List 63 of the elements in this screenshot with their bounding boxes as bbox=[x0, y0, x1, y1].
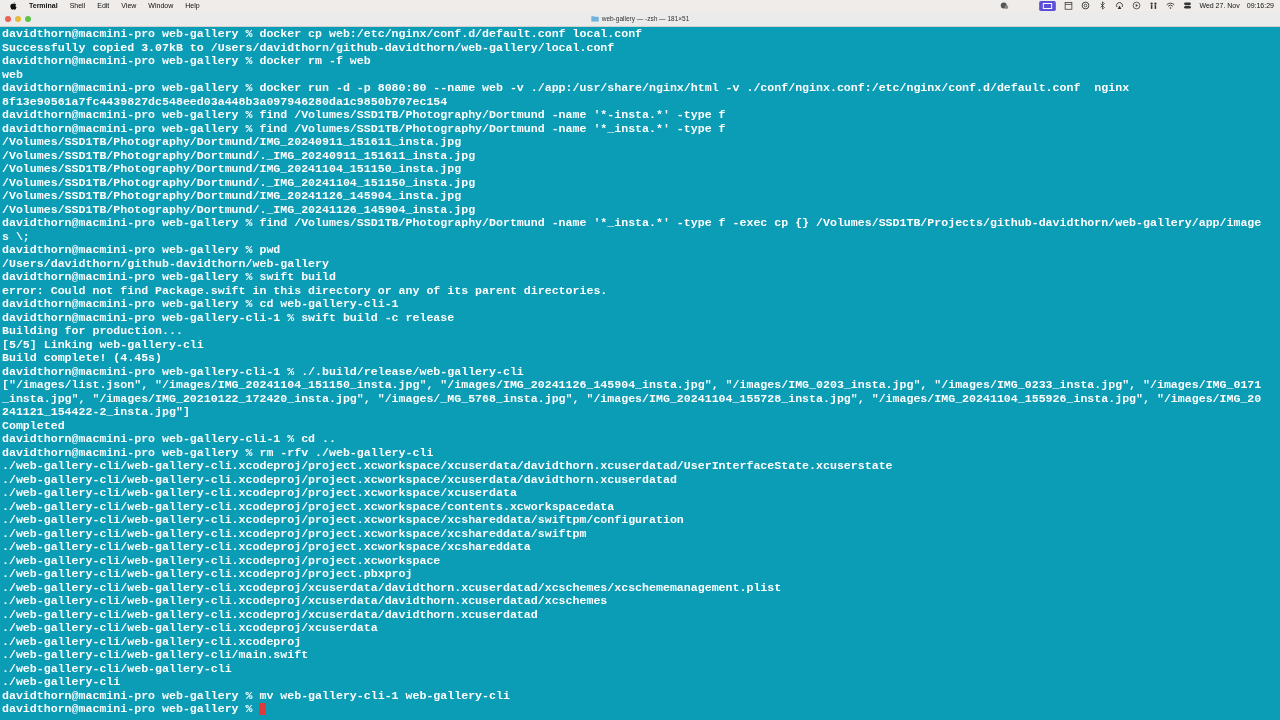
terminal-line: davidthorn@macmini-pro web-gallery-cli-1 % swift build -c release bbox=[2, 310, 455, 324]
terminal-line: /Users/davidthorn/github-davidthorn/web-gallery bbox=[2, 256, 329, 270]
wifi-icon[interactable] bbox=[1166, 1, 1176, 10]
terminal-prompt: davidthorn@macmini-pro web-gallery % bbox=[2, 702, 254, 716]
play-icon[interactable] bbox=[1132, 1, 1142, 10]
terminal-line: ./web-gallery-cli/web-gallery-cli.xcodeproj/project.xcworkspace bbox=[2, 553, 441, 567]
terminal-line: ./web-gallery-cli/web-gallery-cli.xcodeproj/project.xcworkspace/xcuserdata/davidthorn.xcuserdatad bbox=[2, 472, 677, 486]
terminal-line: davidthorn@macmini-pro web-gallery % mv web-gallery-cli-1 web-gallery-cli bbox=[2, 688, 510, 702]
terminal-line: ["/images/list.json", "/images/IMG_20241104_151150_insta.jpg", "/images/IMG_20241126_145904_insta.jpg", "/images/IMG_0203_insta.jpg", "/images/IMG_0233_insta.jpg", "/images/IMG_0171 bbox=[2, 378, 1262, 392]
terminal-line: davidthorn@macmini-pro web-gallery % find /Volumes/SSD1TB/Photography/Dortmund -name '*_insta.*' -type f bbox=[2, 121, 726, 135]
terminal-line: davidthorn@macmini-pro web-gallery % find /Volumes/SSD1TB/Photography/Dortmund -name '*-insta.*' -type f bbox=[2, 108, 726, 122]
terminal-line: /Volumes/SSD1TB/Photography/Dortmund/._IMG_20240911_151611_insta.jpg bbox=[2, 148, 476, 162]
terminal-line: davidthorn@macmini-pro web-gallery % find /Volumes/SSD1TB/Photography/Dortmund -name '*_insta.*' -type f -exec cp {} /Volumes/SSD1TB/Projects/github-davidthorn/web-gallery/app/image bbox=[2, 216, 1262, 230]
terminal-line: Build complete! (4.45s) bbox=[2, 351, 163, 365]
terminal-line: ./web-gallery-cli/web-gallery-cli.xcodeproj bbox=[2, 634, 302, 648]
terminal-line: ./web-gallery-cli/web-gallery-cli.xcodeproj/project.xcworkspace/xcshareddata bbox=[2, 540, 531, 554]
terminal-line: ./web-gallery-cli/web-gallery-cli.xcodeproj/project.xcworkspace/xcuserdata bbox=[2, 486, 517, 500]
terminal-line: davidthorn@macmini-pro web-gallery % rm -rfv ./web-gallery-cli bbox=[2, 445, 434, 459]
terminal-line: [5/5] Linking web-gallery-cli bbox=[2, 337, 204, 351]
bluetooth-icon[interactable] bbox=[1098, 1, 1108, 10]
terminal-line: ./web-gallery-cli/web-gallery-cli.xcodeproj/xcuserdata/davidthorn.xcuserdatad/xcschemes bbox=[2, 594, 608, 608]
terminal-line: davidthorn@macmini-pro web-gallery % cd web-gallery-cli-1 bbox=[2, 297, 399, 311]
close-button[interactable] bbox=[5, 15, 11, 22]
terminal-line: ./web-gallery-cli/web-gallery-cli.xcodeproj/xcuserdata/davidthorn.xcuserdatad bbox=[2, 607, 538, 621]
terminal-line: ./web-gallery-cli/web-gallery-cli.xcodeproj/xcuserdata/davidthorn.xcuserdatad/xcschemes/xcschememanagement.plist bbox=[2, 580, 782, 594]
terminal-line: ./web-gallery-cli/web-gallery-cli.xcodeproj/project.xcworkspace/contents.xcworkspacedata bbox=[2, 499, 615, 513]
terminal-line: ./web-gallery-cli/web-gallery-cli.xcodeproj/xcuserdata bbox=[2, 621, 378, 635]
terminal-line: davidthorn@macmini-pro web-gallery % docker cp web:/etc/nginx/conf.d/default.conf local.conf bbox=[2, 27, 643, 41]
terminal-line: 8f13e90561a7fc4439827dc548eed03a448b3a097946280da1c9850b707ec154 bbox=[2, 94, 448, 108]
terminal-line: davidthorn@macmini-pro web-gallery-cli-1 % ./.build/release/web-gallery-cli bbox=[2, 364, 524, 378]
terminal-line: Building for production... bbox=[2, 324, 183, 338]
screen-icon[interactable] bbox=[1039, 0, 1057, 11]
folder-icon bbox=[590, 15, 599, 22]
terminal-line: davidthorn@macmini-pro web-gallery % docker rm -f web bbox=[2, 54, 371, 68]
app-status-icon[interactable] bbox=[1000, 1, 1010, 10]
terminal-line: web bbox=[2, 67, 23, 81]
terminal-line: s \; bbox=[2, 229, 30, 243]
terminal-line: _insta.jpg", "/images/IMG_20210122_172420_insta.jpg", "/images/_MG_5768_insta.jpg", "/images/IMG_20241104_155728_insta.jpg", "/images/IMG_20241104_155926_insta.jpg", "/images/IMG_20 bbox=[2, 391, 1262, 405]
calendar-icon[interactable] bbox=[1064, 1, 1074, 10]
terminal-line: ./web-gallery-cli/web-gallery-cli.xcodeproj/project.xcworkspace/xcshareddata/swiftpm/configuration bbox=[2, 513, 684, 527]
terminal-line: error: Could not find Package.swift in this directory or any of its parent directories. bbox=[2, 283, 608, 297]
terminal-line: ./web-gallery-cli/web-gallery-cli.xcodeproj/project.pbxproj bbox=[2, 567, 413, 581]
terminal-line: /Volumes/SSD1TB/Photography/Dortmund/._IMG_20241104_151150_insta.jpg bbox=[2, 175, 476, 189]
terminal-line: 241121_154422-2_insta.jpg"] bbox=[2, 405, 190, 419]
terminal-line: davidthorn@macmini-pro web-gallery % swift build bbox=[2, 270, 336, 284]
terminal-line: Successfully copied 3.07kB to /Users/davidthorn/github-davidthorn/web-gallery/local.conf bbox=[2, 40, 615, 54]
airplay-icon[interactable] bbox=[1115, 1, 1125, 10]
terminal-line: ./web-gallery-cli bbox=[2, 675, 121, 689]
terminal-line: /Volumes/SSD1TB/Photography/Dortmund/._IMG_20241126_145904_insta.jpg bbox=[2, 202, 476, 216]
terminal-line: /Volumes/SSD1TB/Photography/Dortmund/IMG_20241126_145904_insta.jpg bbox=[2, 189, 462, 203]
terminal-line: Completed bbox=[2, 418, 65, 432]
apple-icon[interactable] bbox=[10, 1, 17, 10]
terminal-line: davidthorn@macmini-pro web-gallery % docker run -d -p 8080:80 --name web -v ./app:/usr/share/nginx/html -v ./conf/nginx.conf:/etc/nginx/conf.d/default.conf nginx bbox=[2, 81, 1130, 95]
terminal-line: /Volumes/SSD1TB/Photography/Dortmund/IMG_20240911_151611_insta.jpg bbox=[2, 135, 462, 149]
people-icon[interactable] bbox=[1149, 1, 1159, 10]
terminal-line: ./web-gallery-cli/web-gallery-cli/main.swift bbox=[2, 648, 309, 662]
terminal-line: ./web-gallery-cli/web-gallery-cli.xcodeproj/project.xcworkspace/xcuserdata/davidthorn.xcuserdatad/UserInterfaceState.xcuserstate bbox=[2, 459, 893, 473]
terminal-line: davidthorn@macmini-pro web-gallery-cli-1 % cd .. bbox=[2, 432, 336, 446]
terminal-line: davidthorn@macmini-pro web-gallery % pwd bbox=[2, 243, 281, 257]
terminal-line: ./web-gallery-cli/web-gallery-cli bbox=[2, 661, 232, 675]
control-center-icon[interactable] bbox=[1183, 1, 1193, 10]
terminal-line: ./web-gallery-cli/web-gallery-cli.xcodeproj/project.xcworkspace/xcshareddata/swiftpm bbox=[2, 526, 587, 540]
terminal-line: /Volumes/SSD1TB/Photography/Dortmund/IMG_20241104_151150_insta.jpg bbox=[2, 162, 462, 176]
